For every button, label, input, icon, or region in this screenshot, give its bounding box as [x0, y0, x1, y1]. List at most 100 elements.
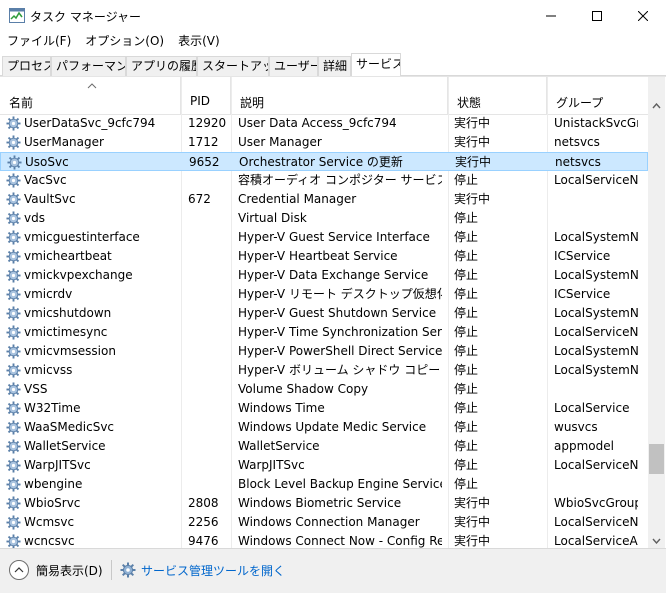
table-row[interactable]: VacSvc 容積オーディオ コンポジター サービス 停止 LocalServiceN…	[0, 171, 648, 190]
tab-services[interactable]: サービス	[351, 53, 401, 76]
scroll-thumb[interactable]	[649, 444, 664, 474]
table-row[interactable]: Wcmsvc 2256 Windows Connection Manager 実行中 L…	[0, 513, 648, 532]
service-description: Virtual Disk	[238, 211, 307, 225]
service-name: vmicheartbeat	[24, 249, 112, 263]
title-bar[interactable]: タスク マネージャー	[0, 0, 666, 31]
service-description: WalletService	[238, 439, 320, 453]
service-name: vmickvpexchange	[24, 268, 133, 282]
table-row[interactable]: vmicvmsession Hyper-V PowerShell Direct S…	[0, 342, 648, 361]
table-row[interactable]: vmicvss Hyper-V ボリューム シャドウ コピー リクエス... 停止 L…	[0, 361, 648, 380]
service-pid: 9652	[189, 155, 220, 169]
service-status: 停止	[454, 230, 479, 244]
service-pid: 2808	[188, 496, 219, 510]
service-group: LocalService	[554, 401, 630, 415]
table-row[interactable]: UserManager 1712 User Manager 実行中 netsvcs	[0, 133, 648, 152]
open-services-link[interactable]: サービス管理ツールを開く	[120, 560, 285, 580]
service-status: 停止	[454, 401, 479, 415]
service-pid	[188, 209, 232, 228]
service-group	[554, 190, 638, 209]
tab-performance[interactable]: パフォーマンス	[51, 56, 126, 76]
menu-view[interactable]: 表示(V)	[171, 31, 227, 52]
tab-app-history[interactable]: アプリの履歴	[126, 56, 197, 76]
service-name: VacSvc	[24, 173, 67, 187]
table-row[interactable]: vmicheartbeat Hyper-V Heartbeat Service 停止…	[0, 247, 648, 266]
service-status: 停止	[454, 363, 479, 377]
service-gear-icon	[6, 401, 21, 416]
service-gear-icon	[6, 116, 21, 131]
scroll-down-button[interactable]	[648, 532, 665, 548]
gear-icon	[120, 562, 136, 578]
footer-divider	[111, 560, 112, 580]
service-group: LocalSystemN...	[554, 306, 638, 320]
column-name[interactable]: 名前	[0, 77, 181, 115]
table-row[interactable]: vmictimesync Hyper-V Time Synchronization…	[0, 323, 648, 342]
table-row[interactable]: WarpJITSvc WarpJITSvc 停止 LocalServiceN...	[0, 456, 648, 475]
tab-details[interactable]: 詳細	[318, 56, 351, 76]
service-gear-icon	[6, 382, 21, 397]
service-status: 実行中	[454, 135, 491, 149]
service-group: netsvcs	[555, 155, 601, 169]
service-gear-icon	[6, 344, 21, 359]
service-gear-icon	[6, 496, 21, 511]
table-row[interactable]: vmicguestinterface Hyper-V Guest Service …	[0, 228, 648, 247]
service-status: 実行中	[454, 515, 491, 529]
service-description: Hyper-V Time Synchronization Service	[238, 325, 442, 339]
service-description: Windows Time	[238, 401, 325, 415]
table-row[interactable]: WalletService WalletService 停止 appmodel	[0, 437, 648, 456]
column-pid[interactable]: PID	[181, 77, 231, 115]
table-row[interactable]: WbioSrvc 2808 Windows Biometric Service 実行中…	[0, 494, 648, 513]
tab-processes[interactable]: プロセス	[2, 56, 51, 76]
service-description: Volume Shadow Copy	[238, 382, 369, 396]
service-description: User Data Access_9cfc794	[238, 116, 397, 130]
service-description: Windows Connection Manager	[238, 515, 420, 529]
service-name: W32Time	[24, 401, 81, 415]
table-row[interactable]: vmickvpexchange Hyper-V Data Exchange Ser…	[0, 266, 648, 285]
table-row[interactable]: vmicrdv Hyper-V リモート デスクトップ仮想化サー... 停止 ICSe…	[0, 285, 648, 304]
service-group: LocalSystemN...	[554, 230, 638, 244]
service-description: Windows Update Medic Service	[238, 420, 427, 434]
scroll-up-button[interactable]	[648, 97, 665, 114]
column-description[interactable]: 説明	[231, 77, 448, 115]
service-group: LocalSystemN...	[554, 344, 638, 358]
service-description: User Manager	[238, 135, 322, 149]
service-gear-icon	[6, 477, 21, 492]
service-group: LocalServiceN...	[554, 173, 638, 187]
minimize-button[interactable]	[528, 0, 574, 31]
tab-startup[interactable]: スタートアップ	[197, 56, 269, 76]
table-row[interactable]: VSS Volume Shadow Copy 停止	[0, 380, 648, 399]
maximize-button[interactable]	[574, 0, 620, 31]
service-status: 実行中	[454, 496, 491, 510]
table-row[interactable]: UserDataSvc_9cfc794 12920 User Data Access…	[0, 114, 648, 133]
table-row[interactable]: UsoSvc 9652 Orchestrator Service の更新 実行中 net…	[0, 152, 648, 171]
column-group[interactable]: グループ	[547, 77, 648, 115]
service-name: UserManager	[24, 135, 104, 149]
service-status: 停止	[454, 477, 479, 491]
table-row[interactable]: WaaSMedicSvc Windows Update Medic Service…	[0, 418, 648, 437]
service-pid	[188, 380, 232, 399]
service-gear-icon	[6, 268, 21, 283]
tab-users[interactable]: ユーザー	[269, 56, 318, 76]
fewer-details-button[interactable]: 簡易表示(D)	[9, 559, 103, 581]
service-gear-icon	[6, 439, 21, 454]
column-status[interactable]: 状態	[448, 77, 547, 115]
service-gear-icon	[6, 534, 21, 548]
service-gear-icon	[6, 211, 21, 226]
table-row[interactable]: VaultSvc 672 Credential Manager 実行中	[0, 190, 648, 209]
vertical-scrollbar[interactable]	[648, 77, 665, 548]
column-header: 名前 PID 説明 状態 グループ	[0, 77, 648, 115]
service-group: LocalServiceN...	[554, 325, 638, 339]
service-group: LocalServiceN...	[554, 458, 638, 472]
close-button[interactable]	[620, 0, 666, 31]
service-gear-icon	[6, 192, 21, 207]
table-row[interactable]: vds Virtual Disk 停止	[0, 209, 648, 228]
service-status: 停止	[454, 249, 479, 263]
table-row[interactable]: wcncsvc 9476 Windows Connect Now - Config …	[0, 532, 648, 548]
service-name: vmicshutdown	[24, 306, 112, 320]
service-description: Hyper-V PowerShell Direct Service	[238, 344, 442, 358]
table-row[interactable]: vmicshutdown Hyper-V Guest Shutdown Servi…	[0, 304, 648, 323]
service-status: 実行中	[455, 155, 492, 169]
table-row[interactable]: wbengine Block Level Backup Engine Servic…	[0, 475, 648, 494]
menu-file[interactable]: ファイル(F)	[0, 31, 78, 52]
table-row[interactable]: W32Time Windows Time 停止 LocalService	[0, 399, 648, 418]
menu-options[interactable]: オプション(O)	[78, 31, 171, 52]
